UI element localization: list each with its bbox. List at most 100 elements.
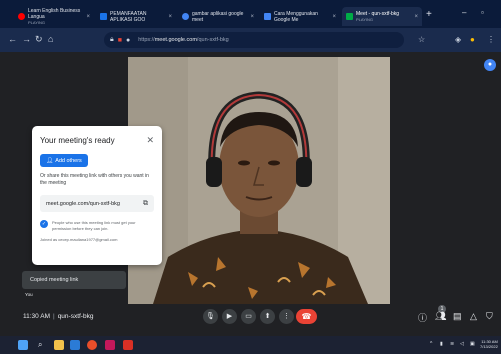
tab-title: PEMANFAATAN APLIKASI GOO <box>110 10 147 23</box>
screen: Learn English Business Langua PLAYING × P… <box>0 0 501 354</box>
camera-icon[interactable]: ■ <box>118 37 122 44</box>
media-app-icon[interactable] <box>123 340 133 350</box>
shield-icon: ✓ <box>40 220 48 228</box>
add-others-button[interactable]: 👤︎ Add others <box>40 154 88 167</box>
google-icon <box>182 13 189 20</box>
tab-meet[interactable]: Meet - qun-sxtf-bkg PLAYING × <box>342 7 422 26</box>
close-icon[interactable]: ✕ <box>146 135 154 146</box>
home-icon[interactable]: ⌂ <box>48 34 53 44</box>
people-icon[interactable]: 👥︎ <box>435 311 446 322</box>
windows-taskbar: ⌕ ^ ▮ ≋ ◁ ▣ 11:30 AM 7/13/2022 <box>0 336 501 354</box>
meeting-code: qun-sxtf-bkg <box>57 313 94 320</box>
host-controls-icon[interactable]: ⛉ <box>486 311 493 322</box>
meeting-ready-dialog: Your meeting's ready ✕ 👤︎ Add others Or … <box>32 126 162 265</box>
tab-pemanfaatan[interactable]: PEMANFAATAN APLIKASI GOO × <box>96 7 176 26</box>
permission-text: People who use this meeting link must ge… <box>52 220 136 231</box>
activities-icon[interactable]: △ <box>470 311 477 322</box>
separator: | <box>52 313 55 320</box>
system-clock[interactable]: 11:30 AM 7/13/2022 <box>480 339 498 349</box>
self-video-tile <box>128 57 390 304</box>
minimize-icon[interactable]: – <box>462 8 466 17</box>
share-instructions: Or share this meeting link with others y… <box>40 173 149 186</box>
microphone-button[interactable]: 🎙︎ <box>203 309 218 324</box>
browser-tab-bar: Learn English Business Langua PLAYING × P… <box>0 0 501 28</box>
battery-icon[interactable]: ▮ <box>440 341 443 347</box>
self-tile-label: You <box>25 292 33 297</box>
tab-title: gambar aplikasi google meet <box>192 10 244 23</box>
captions-button[interactable]: ▭ <box>241 309 256 324</box>
meet-icon <box>346 13 353 20</box>
tab-subtitle: PLAYING <box>356 16 374 22</box>
url-scheme: https:// <box>138 37 155 43</box>
close-icon[interactable]: × <box>250 14 254 20</box>
close-icon[interactable]: × <box>168 14 172 20</box>
close-icon[interactable]: × <box>414 14 418 20</box>
captions-icon: ▭ <box>245 313 252 320</box>
mic-icon: 🎙︎ <box>206 313 215 320</box>
windows-start-icon[interactable] <box>18 340 28 350</box>
tab-title: Cara Menggunakan Google Me <box>274 10 318 23</box>
meeting-time: 11:30 AM <box>23 313 50 320</box>
mic-icon[interactable]: ● <box>126 37 130 44</box>
meeting-link-box: meet.google.com/qun-sxtf-bkg ⧉ <box>40 195 154 212</box>
tab-cara-menggunakan[interactable]: Cara Menggunakan Google Me × <box>260 7 340 26</box>
meeting-link-text: meet.google.com/qun-sxtf-bkg <box>46 200 120 207</box>
youtube-icon <box>18 13 25 20</box>
present-screen-icon: ⬆ <box>264 313 271 320</box>
url-field[interactable]: 🔒︎ ■ ● https://meet.google.com/qun-sxtf-… <box>104 32 404 48</box>
person-video-image <box>128 57 390 304</box>
address-bar: ← → ↻ ⌂ 🔒︎ ■ ● https://meet.google.com/q… <box>0 28 501 52</box>
tray-chevron-icon[interactable]: ^ <box>430 341 432 347</box>
lock-icon: 🔒︎ <box>110 36 114 43</box>
extensions-icon[interactable]: ◈ <box>455 35 461 44</box>
leave-call-button[interactable]: ☎︎ <box>296 309 317 324</box>
present-button[interactable]: ⬆ <box>260 309 275 324</box>
store-icon[interactable] <box>70 340 80 350</box>
meeting-controls-bar: 11:30 AM | qun-sxtf-bkg 🎙︎ ▶ ▭ ⬆ ⋮ ☎︎ ⓘ 1 … <box>0 305 501 328</box>
clock-date: 7/13/2022 <box>480 344 498 349</box>
tab-gambar-aplikasi[interactable]: gambar aplikasi google meet × <box>178 7 258 26</box>
wifi-icon[interactable]: ≋ <box>450 341 454 347</box>
more-options-button[interactable]: ⋮ <box>279 309 294 324</box>
forward-icon[interactable]: → <box>22 34 31 44</box>
tab-subtitle: PLAYING <box>28 19 46 25</box>
app-icon[interactable] <box>105 340 115 350</box>
url-text: https://meet.google.com/qun-sxtf-bkg <box>138 37 229 43</box>
joined-as-text: Joined as cecep.mauliana1977@gmail.com <box>40 237 118 242</box>
copied-snackbar: Copied meeting link <box>22 271 126 289</box>
volume-icon[interactable]: ◁ <box>460 341 464 347</box>
url-host: meet.google.com <box>154 37 197 43</box>
snackbar-text: Copied meeting link <box>30 277 79 283</box>
language-icon[interactable]: ▣ <box>470 341 475 347</box>
star-icon[interactable]: ☆ <box>418 35 425 44</box>
chat-icon[interactable]: ▤ <box>453 311 462 322</box>
meeting-info-icon[interactable]: ⓘ <box>418 311 427 324</box>
video-camera-icon: ▶ <box>226 313 233 320</box>
close-icon[interactable]: × <box>332 14 336 20</box>
profile-icon[interactable]: ● <box>470 35 475 44</box>
new-tab-icon[interactable]: + <box>426 9 432 20</box>
dialog-title: Your meeting's ready <box>40 136 115 145</box>
tab-title: Learn English Business Langua <box>28 7 81 20</box>
search-icon[interactable]: ⌕ <box>38 340 48 350</box>
copy-icon[interactable]: ⧉ <box>143 200 148 208</box>
url-path: /qun-sxtf-bkg <box>196 37 229 43</box>
camera-button[interactable]: ▶ <box>222 309 237 324</box>
restore-icon[interactable]: ▫ <box>481 8 484 17</box>
chrome-icon[interactable] <box>87 340 97 350</box>
add-person-icon: 👤︎ <box>46 157 54 164</box>
close-icon[interactable]: × <box>86 14 90 20</box>
tab-learn-english[interactable]: Learn English Business Langua PLAYING × <box>14 7 94 26</box>
add-others-label: Add others <box>55 157 82 164</box>
meeting-details: 11:30 AM | qun-sxtf-bkg <box>23 313 93 320</box>
page-icon <box>264 13 271 20</box>
docs-icon <box>100 13 107 20</box>
menu-icon[interactable]: ⋮ <box>487 35 495 44</box>
account-avatar[interactable]: ● <box>484 59 496 71</box>
reload-icon[interactable]: ↻ <box>35 34 43 45</box>
more-vert-icon: ⋮ <box>283 313 290 320</box>
permission-notice: ✓ People who use this meeting link must … <box>40 220 154 231</box>
back-icon[interactable]: ← <box>8 34 17 44</box>
hangup-icon: ☎︎ <box>301 312 312 321</box>
file-explorer-icon[interactable] <box>54 340 64 350</box>
